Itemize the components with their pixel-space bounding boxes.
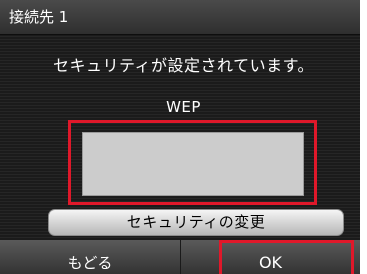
security-message: セキュリティが設定されています。 (53, 56, 314, 75)
security-type-label: WEP (166, 98, 201, 116)
title-bar: 接続先 1 (0, 0, 360, 35)
page-margin (360, 0, 367, 274)
settings-screen: 接続先 1 セキュリティが設定されています。 WEP セキュリティの変更 もどる… (0, 0, 367, 274)
back-button[interactable]: もどる (0, 240, 180, 274)
screen-title: 接続先 1 (9, 8, 69, 26)
change-security-button[interactable]: セキュリティの変更 (48, 209, 344, 236)
security-key-field[interactable] (82, 132, 304, 196)
ok-button-highlight (219, 240, 354, 274)
